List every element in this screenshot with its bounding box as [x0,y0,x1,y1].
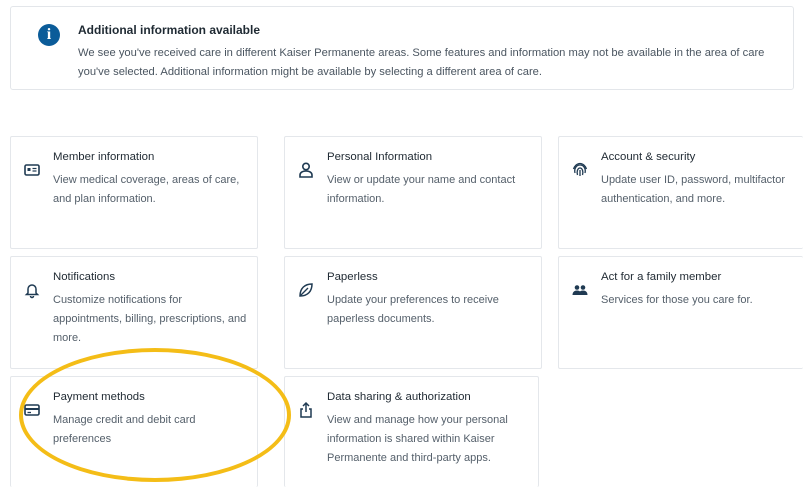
person-icon [299,162,313,178]
member-card-icon [24,164,40,176]
card-title[interactable]: Act for a family member [601,271,721,283]
card-personal-information[interactable]: Personal Information View or update your… [284,136,542,249]
card-description: View medical coverage, areas of care, an… [53,174,240,205]
info-icon: i [38,24,60,46]
leaf-icon [299,283,313,297]
card-description: Update your preferences to receive paper… [327,294,499,325]
family-icon [572,285,588,295]
card-notifications[interactable]: Notifications Customize notifications fo… [10,256,258,369]
card-description: Customize notifications for appointments… [53,294,247,344]
card-paperless[interactable]: Paperless Update your preferences to rec… [284,256,542,369]
info-banner: i Additional information available We se… [10,6,794,90]
card-act-for-family-member[interactable]: Act for a family member Services for tho… [558,256,803,369]
card-payment-methods[interactable]: Payment methods Manage credit and debit … [10,376,258,487]
banner-title: Additional information available [78,23,261,37]
card-description: View or update your name and contact inf… [327,174,516,205]
card-title[interactable]: Data sharing & authorization [327,391,471,403]
card-title[interactable]: Member information [53,151,154,163]
card-description: View and manage how your personal inform… [327,414,508,464]
credit-card-icon [24,404,40,416]
card-data-sharing[interactable]: Data sharing & authorization View and ma… [284,376,539,487]
banner-text: We see you've received care in different… [78,47,765,78]
card-member-information[interactable]: Member information View medical coverage… [10,136,258,249]
card-account-security[interactable]: Account & security Update user ID, passw… [558,136,803,249]
card-title[interactable]: Notifications [53,271,115,283]
share-icon [300,401,312,418]
card-title[interactable]: Paperless [327,271,378,283]
card-description: Manage credit and debit card preferences [53,414,196,445]
card-description: Services for those you care for. [601,294,753,306]
card-title[interactable]: Account & security [601,151,695,163]
card-title[interactable]: Payment methods [53,391,145,403]
card-description: Update user ID, password, multifactor au… [601,174,786,205]
bell-icon [24,284,40,299]
card-title[interactable]: Personal Information [327,151,432,163]
fingerprint-icon [572,162,588,176]
